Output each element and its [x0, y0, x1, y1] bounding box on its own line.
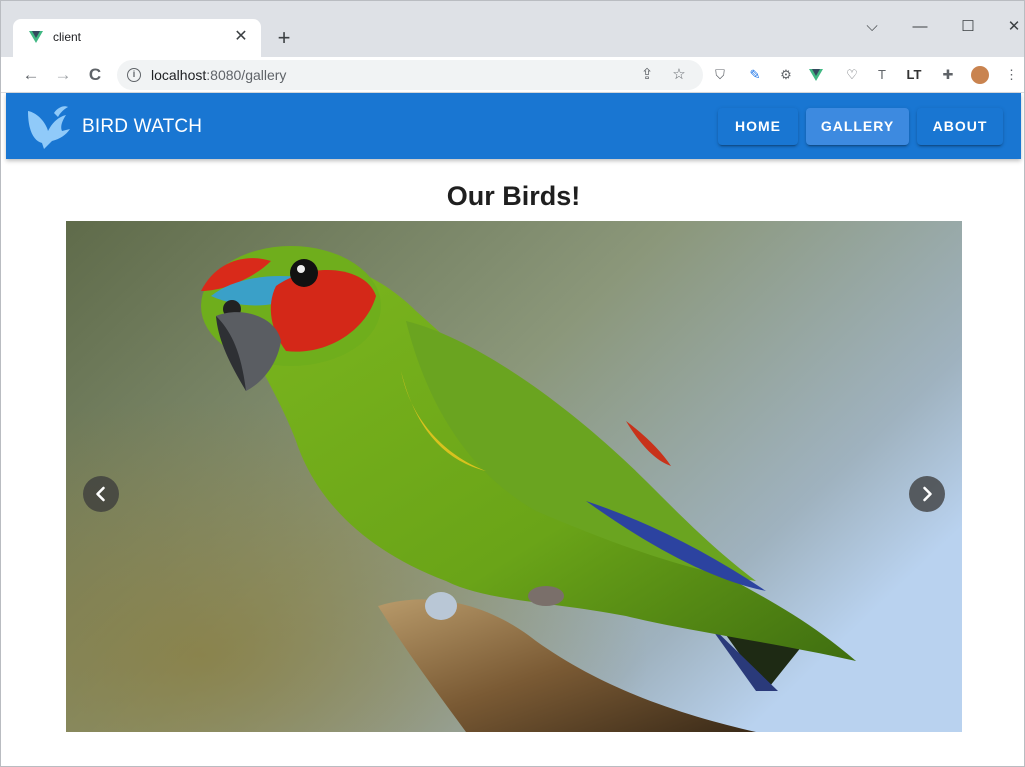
forward-button[interactable]: →	[51, 63, 75, 87]
bookmark-star-icon[interactable]: ☆	[669, 65, 689, 85]
address-bar[interactable]: i localhost:8080/gallery ⇪ ☆	[117, 60, 703, 90]
chevron-left-icon	[96, 486, 105, 502]
menu-kebab-icon[interactable]: ⋮	[1005, 66, 1018, 84]
carousel-slide-image	[66, 221, 962, 732]
url-text[interactable]: localhost:8080/gallery	[151, 67, 286, 83]
url-path: :8080/gallery	[206, 67, 287, 83]
nav-gallery-button[interactable]: GALLERY	[806, 108, 909, 145]
eyedropper-icon[interactable]: ✎	[746, 66, 764, 84]
chevron-right-icon	[923, 486, 932, 502]
browser-tab[interactable]: client ✕	[13, 19, 261, 57]
tab-strip: client ✕ + ⌵ — ☐ ✕	[1, 1, 1024, 57]
reload-button[interactable]: C	[83, 63, 107, 87]
site-info-icon[interactable]: i	[127, 68, 141, 82]
share-icon[interactable]: ⇪	[637, 65, 657, 85]
url-host: localhost	[151, 67, 207, 83]
pocket-icon[interactable]: ♡	[843, 66, 861, 84]
back-button[interactable]: ←	[19, 63, 43, 87]
vue-devtools-icon[interactable]	[807, 66, 825, 84]
gallery-carousel[interactable]	[66, 221, 962, 732]
tab-search-icon[interactable]: ⌵	[857, 17, 887, 37]
page-title: Our Birds!	[446, 181, 581, 211]
profile-avatar-icon[interactable]	[971, 66, 989, 84]
dove-logo-icon	[28, 106, 70, 149]
browser-toolbar: ← → C i localhost:8080/gallery ⇪ ☆ ⛉ ✎ ⚙…	[1, 57, 1024, 93]
carousel-prev-button[interactable]	[83, 476, 119, 512]
minimize-button[interactable]: —	[905, 17, 935, 37]
app-brand: BIRD WATCH	[82, 116, 203, 137]
app-bar: BIRD WATCH HOME GALLERY ABOUT	[6, 93, 1021, 159]
carousel-next-button[interactable]	[909, 476, 945, 512]
close-window-button[interactable]: ✕	[999, 17, 1024, 37]
nav-home-button[interactable]: HOME	[718, 108, 798, 145]
tab-title: client	[53, 30, 82, 44]
languagetool-icon[interactable]: LT	[905, 66, 923, 84]
nav-about-button[interactable]: ABOUT	[917, 108, 1003, 145]
maximize-button[interactable]: ☐	[953, 17, 983, 37]
ublock-icon[interactable]: ⛉	[711, 66, 729, 84]
settings-cog-icon[interactable]: ⚙	[777, 66, 795, 84]
vue-favicon-icon	[29, 31, 43, 43]
tab-close-icon[interactable]: ✕	[231, 27, 251, 47]
browser-window: client ✕ + ⌵ — ☐ ✕ ← → C i localhost:808…	[0, 0, 1025, 767]
text-icon[interactable]: T	[873, 66, 891, 84]
new-tab-button[interactable]: +	[271, 25, 297, 51]
extensions-puzzle-icon[interactable]: ✚	[939, 66, 957, 84]
